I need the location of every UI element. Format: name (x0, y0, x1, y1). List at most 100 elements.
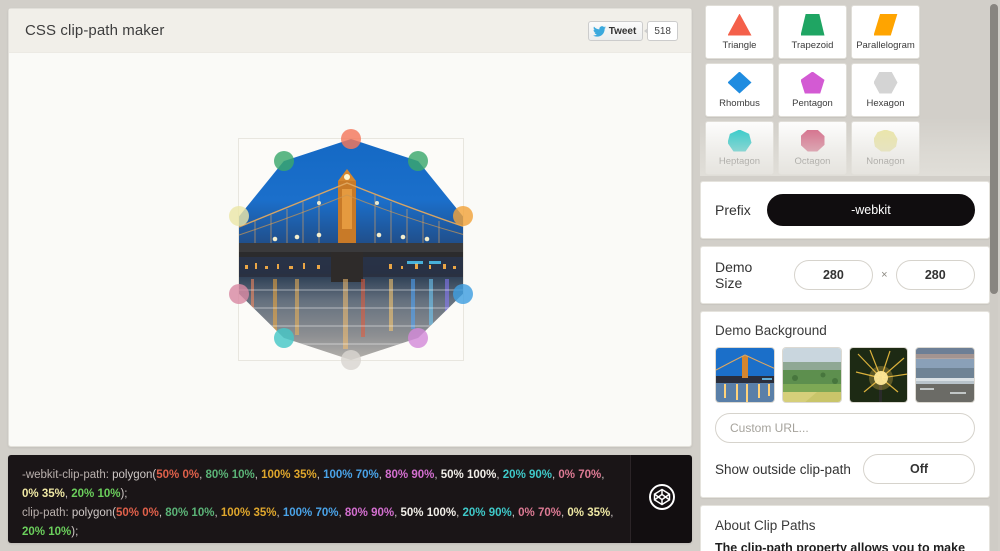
code-line-standard: clip-path: polygon(50% 0%, 80% 10%, 100%… (22, 507, 614, 538)
tweet-count[interactable]: 518 (644, 21, 678, 41)
rhombus-icon (727, 71, 752, 94)
handle-point-1[interactable] (341, 129, 361, 149)
demo-background-card: Demo Background Show outside clip-path O… (700, 311, 990, 498)
code-text[interactable]: -webkit-clip-path: polygon(50% 0%, 80% 1… (8, 455, 630, 543)
shape-button-rhombus[interactable]: Rhombus (705, 63, 774, 117)
show-outside-label: Show outside clip-path (715, 461, 851, 477)
prefix-row: Prefix -webkit (701, 182, 989, 238)
handle-point-2[interactable] (408, 151, 429, 172)
thumb-sparkler[interactable] (848, 347, 909, 403)
code-line-webkit: -webkit-clip-path: polygon(50% 0%, 80% 1… (22, 469, 605, 500)
twitter-bird-icon (592, 25, 606, 37)
code-point-1: 50% 0% (156, 469, 200, 481)
shape-button-label: Heptagon (718, 155, 761, 167)
demo-background-title: Demo Background (715, 323, 827, 338)
thumb-landscape[interactable] (781, 347, 842, 403)
shape-picker: Triangle Trapezoid Parallelogram Rhombus Pen… (700, 0, 990, 176)
trapezoid-icon (800, 13, 825, 36)
prefix-value-button[interactable]: -webkit (766, 194, 975, 226)
demo-stage (9, 53, 691, 447)
shape-button-parallelogram[interactable]: Parallelogram (851, 5, 920, 59)
code-point-8: 0% 70% (558, 469, 602, 481)
shape-button-pentagon[interactable]: Pentagon (778, 63, 847, 117)
shape-button-label: Trapezoid (791, 39, 834, 51)
code-point-1: 50% 0% (115, 507, 159, 519)
prefix-card: Prefix -webkit (700, 181, 990, 239)
prefix-label: Prefix (715, 202, 751, 218)
handle-point-7[interactable] (273, 327, 294, 348)
about-title: About Clip Paths (715, 518, 816, 533)
show-outside-toggle[interactable]: Off (863, 454, 975, 484)
heptagon-icon (727, 129, 752, 152)
clipped-shape-preview (239, 139, 463, 360)
handle-point-8[interactable] (229, 283, 249, 304)
code-point-10: 20% 10% (71, 488, 121, 500)
page-title: CSS clip-path maker (25, 22, 165, 39)
codepen-logo-icon (647, 482, 677, 517)
shape-button-triangle[interactable]: Triangle (705, 5, 774, 59)
handle-point-3[interactable] (453, 206, 473, 227)
code-point-6: 50% 100% (400, 507, 457, 519)
handle-point-5[interactable] (408, 327, 429, 348)
code-point-3: 100% 35% (261, 469, 317, 481)
demo-box[interactable] (229, 129, 473, 370)
pentagon-icon (800, 71, 825, 94)
code-point-6: 50% 100% (440, 469, 497, 481)
shape-button-label: Pentagon (792, 97, 833, 109)
octagon-icon (800, 129, 825, 152)
bridge-night-photo (239, 139, 463, 360)
handle-point-4[interactable] (453, 283, 473, 304)
page-scrollbar-thumb[interactable] (990, 4, 998, 294)
handle-point-6[interactable] (341, 350, 361, 370)
triangle-icon (727, 13, 752, 36)
demo-width-input[interactable]: 280 (793, 260, 874, 290)
code-point-4: 100% 70% (323, 469, 379, 481)
shape-grid[interactable]: Triangle Trapezoid Parallelogram Rhombus Pen… (705, 5, 985, 176)
left-column: CSS clip-path maker Tweet 518 -webkit-cl… (8, 8, 692, 543)
background-thumbnail-list[interactable] (715, 347, 975, 403)
shape-button-octagon[interactable]: Octagon (778, 121, 847, 175)
code-point-3: 100% 35% (220, 507, 277, 519)
shape-button-label: Parallelogram (856, 39, 915, 51)
tweet-widget[interactable]: Tweet 518 (587, 21, 678, 41)
code-point-7: 20% 90% (462, 507, 512, 519)
thumb-bridge[interactable] (715, 347, 775, 403)
parallelogram-icon (873, 13, 898, 36)
shape-button-heptagon[interactable]: Heptagon (705, 121, 774, 175)
code-point-2: 80% 10% (205, 469, 255, 481)
shape-button-label: Nonagon (866, 155, 905, 167)
code-point-9: 0% 35% (567, 507, 611, 519)
code-point-9: 0% 35% (22, 488, 65, 500)
shape-button-hexagon[interactable]: Hexagon (851, 63, 920, 117)
demo-size-label: Demo Size (715, 259, 753, 291)
code-point-5: 80% 90% (385, 469, 435, 481)
tweet-button-label: Tweet (608, 25, 637, 37)
about-body: The clip-path property allows you to mak… (715, 541, 966, 551)
hexagon-icon (873, 71, 898, 94)
code-point-5: 80% 90% (344, 507, 395, 519)
codepen-button[interactable] (630, 455, 692, 543)
main-panel: CSS clip-path maker Tweet 518 (8, 8, 692, 447)
header-bar: CSS clip-path maker Tweet 518 (9, 9, 691, 53)
shape-button-trapezoid[interactable]: Trapezoid (778, 5, 847, 59)
code-point-7: 20% 90% (502, 469, 553, 481)
right-sidebar: Triangle Trapezoid Parallelogram Rhombus Pen… (700, 0, 990, 551)
about-card: About Clip Paths The clip-path property … (700, 505, 990, 551)
code-point-10: 20% 10% (22, 526, 72, 538)
shape-button-label: Hexagon (866, 97, 905, 109)
demo-height-input[interactable]: 280 (895, 260, 976, 290)
thumb-beach[interactable] (915, 347, 975, 403)
demo-size-separator: × (881, 269, 888, 281)
handle-point-10[interactable] (273, 151, 294, 172)
shape-button-nonagon[interactable]: Nonagon (851, 121, 920, 175)
demo-size-row: Demo Size 280 × 280 (701, 247, 989, 303)
shape-button-label: Rhombus (719, 97, 760, 109)
code-point-4: 100% 70% (282, 507, 339, 519)
code-point-2: 80% 10% (165, 507, 215, 519)
code-point-8: 0% 70% (518, 507, 561, 519)
show-outside-row: Show outside clip-path Off (715, 454, 975, 484)
demo-size-card: Demo Size 280 × 280 (700, 246, 990, 304)
tweet-button[interactable]: Tweet (587, 21, 644, 41)
custom-url-input[interactable] (715, 413, 975, 443)
nonagon-icon (873, 129, 898, 152)
